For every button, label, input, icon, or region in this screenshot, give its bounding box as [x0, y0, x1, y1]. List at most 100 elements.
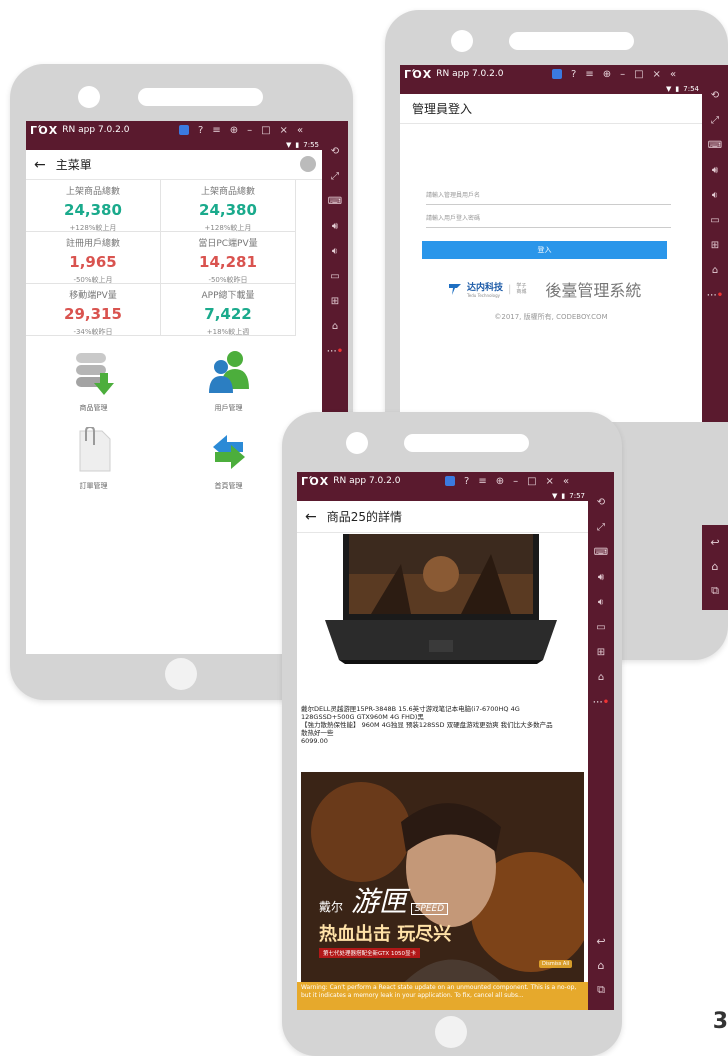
menu-item-users[interactable]: 用戶管理: [161, 349, 296, 413]
product-title-line1: 戴尔DELL灵越游匣15PR-3848B 15.6英寸游戏笔记本电脑(i7-67…: [301, 705, 520, 713]
dismiss-all-button[interactable]: Dismiss All: [539, 960, 573, 968]
banner-speed: SPEED: [410, 903, 449, 915]
more-icon[interactable]: ⋯•: [593, 690, 609, 715]
banner-series: 游匣: [350, 885, 407, 918]
collapse-icon[interactable]: «: [297, 125, 303, 136]
back-arrow-icon[interactable]: ←: [305, 509, 317, 525]
help-icon[interactable]: ?: [571, 69, 576, 80]
company-name-en: Tedu Technology: [467, 293, 500, 298]
app-icon[interactable]: [445, 476, 455, 486]
stat-card: 移動端PV量 29,315 -34%較昨日: [26, 284, 161, 336]
login-appbar: 管理員登入: [400, 94, 702, 124]
settings-icon[interactable]: ⊕: [496, 476, 504, 487]
maximize-icon[interactable]: □: [527, 476, 536, 487]
install-apk-icon[interactable]: ⊞: [711, 233, 719, 258]
settings-icon[interactable]: ⊕: [603, 69, 611, 80]
menu-icon[interactable]: ≡: [585, 69, 593, 80]
stat-card: APP總下載量 7,422 +18%較上週: [161, 284, 296, 336]
password-input[interactable]: 請輸入用戶登入密碼: [426, 213, 671, 228]
page-title: 主菜單: [55, 158, 92, 172]
close-icon[interactable]: ×: [280, 125, 288, 136]
clock: 7:54: [683, 84, 699, 93]
back-arrow-icon[interactable]: ←: [34, 157, 46, 173]
system-name: 後臺管理系統: [545, 281, 642, 300]
recent-nav-icon[interactable]: ⧉: [711, 579, 719, 603]
product-price: 6099.00: [301, 737, 328, 745]
keyboard-icon[interactable]: ⌨: [594, 540, 608, 565]
close-icon[interactable]: ×: [653, 69, 661, 80]
recent-nav-icon[interactable]: ⧉: [597, 978, 605, 1002]
copyright: ©2017, 版權所有, CODEBOY.COM: [494, 313, 608, 321]
username-input[interactable]: 請輸入管理員用戶名: [426, 190, 671, 205]
fullscreen-icon[interactable]: ⤢: [711, 108, 719, 133]
rotate-icon[interactable]: ⟲: [711, 83, 719, 108]
maximize-icon[interactable]: □: [261, 125, 270, 136]
screen-icon[interactable]: ▭: [330, 264, 339, 289]
menu-item-orders[interactable]: 訂單管理: [26, 427, 161, 491]
back-nav-icon[interactable]: ↩: [710, 531, 719, 555]
page-title: 商品25的詳情: [326, 510, 403, 524]
shake-icon[interactable]: ⌂: [598, 665, 604, 690]
home-nav-icon[interactable]: ⌂: [712, 555, 719, 579]
android-statusbar: ▼ ▮ 7:54: [400, 83, 702, 94]
clock: 7:57: [569, 491, 585, 500]
minimize-icon[interactable]: –: [620, 69, 625, 80]
fullscreen-icon[interactable]: ⤢: [331, 164, 339, 189]
menu-item-homepage[interactable]: 首頁管理: [161, 427, 296, 491]
menu-icon[interactable]: ≡: [478, 476, 486, 487]
volume-up-icon[interactable]: 🔊︎: [598, 565, 604, 590]
collapse-icon[interactable]: «: [563, 476, 569, 487]
slide-page-number: 3: [712, 1009, 728, 1034]
maximize-icon[interactable]: □: [634, 69, 643, 80]
more-icon[interactable]: ⋯•: [327, 339, 343, 364]
help-icon[interactable]: ?: [198, 125, 203, 136]
emulator-titlebar: ΓΌΧ RN app 7.0.2.0 ? ≡ ⊕ – □ × «: [400, 65, 728, 83]
menu-icon[interactable]: ≡: [212, 125, 220, 136]
stat-label: 上架商品總數: [200, 187, 255, 197]
volume-down-icon[interactable]: 🔉︎: [712, 183, 718, 208]
menu-item-label: 訂單管理: [79, 482, 108, 490]
keyboard-icon[interactable]: ⌨: [328, 189, 342, 214]
avatar[interactable]: [300, 156, 316, 172]
minimize-icon[interactable]: –: [513, 476, 518, 487]
wifi-icon: ▼: [552, 491, 558, 500]
product-title-line2: 128GSSD+500G GTX960M 4G FHD)黑: [301, 713, 424, 721]
app-icon[interactable]: [552, 69, 562, 79]
home-nav-icon[interactable]: ⌂: [598, 954, 605, 978]
phone-home-button[interactable]: [165, 658, 197, 690]
page-title: 管理員登入: [412, 102, 473, 116]
shake-icon[interactable]: ⌂: [712, 258, 718, 283]
screen-icon[interactable]: ▭: [710, 208, 719, 233]
wifi-icon: ▼: [666, 84, 672, 93]
back-nav-icon[interactable]: ↩: [596, 930, 605, 954]
phone-home-button[interactable]: [435, 1016, 467, 1048]
stat-label: 移動端PV量: [69, 291, 117, 301]
login-button[interactable]: 登入: [422, 241, 667, 259]
close-icon[interactable]: ×: [546, 476, 554, 487]
product-banner[interactable]: 戴尔 游匣 SPEED 热血出击 玩尽兴 第七代处理器搭配全新GTX 1050显…: [301, 772, 584, 997]
keyboard-icon[interactable]: ⌨: [708, 133, 722, 158]
volume-down-icon[interactable]: 🔉︎: [332, 239, 338, 264]
volume-up-icon[interactable]: 🔊︎: [712, 158, 718, 183]
minimize-icon[interactable]: –: [247, 125, 252, 136]
volume-down-icon[interactable]: 🔉︎: [598, 590, 604, 615]
stat-value: 1,965: [69, 253, 117, 271]
menu-item-label: 商品管理: [79, 404, 108, 412]
help-icon[interactable]: ?: [464, 476, 469, 487]
fullscreen-icon[interactable]: ⤢: [597, 515, 605, 540]
screen-icon[interactable]: ▭: [596, 615, 605, 640]
settings-icon[interactable]: ⊕: [230, 125, 238, 136]
warning-toast[interactable]: Warning: Can't perform a React state upd…: [297, 982, 588, 1010]
stat-card: 上架商品總數 24,380 +128%較上月: [161, 180, 296, 232]
shake-icon[interactable]: ⌂: [332, 314, 338, 339]
volume-up-icon[interactable]: 🔊︎: [332, 214, 338, 239]
phone-product: ΓΌΧ RN app 7.0.2.0 ? ≡ ⊕ – □ × « ▼ ▮ 7:5…: [282, 412, 622, 1056]
rotate-icon[interactable]: ⟲: [597, 490, 605, 515]
collapse-icon[interactable]: «: [670, 69, 676, 80]
install-apk-icon[interactable]: ⊞: [597, 640, 605, 665]
menu-item-products[interactable]: 商品管理: [26, 349, 161, 413]
install-apk-icon[interactable]: ⊞: [331, 289, 339, 314]
rotate-icon[interactable]: ⟲: [331, 139, 339, 164]
more-icon[interactable]: ⋯•: [707, 283, 723, 308]
app-icon[interactable]: [179, 125, 189, 135]
